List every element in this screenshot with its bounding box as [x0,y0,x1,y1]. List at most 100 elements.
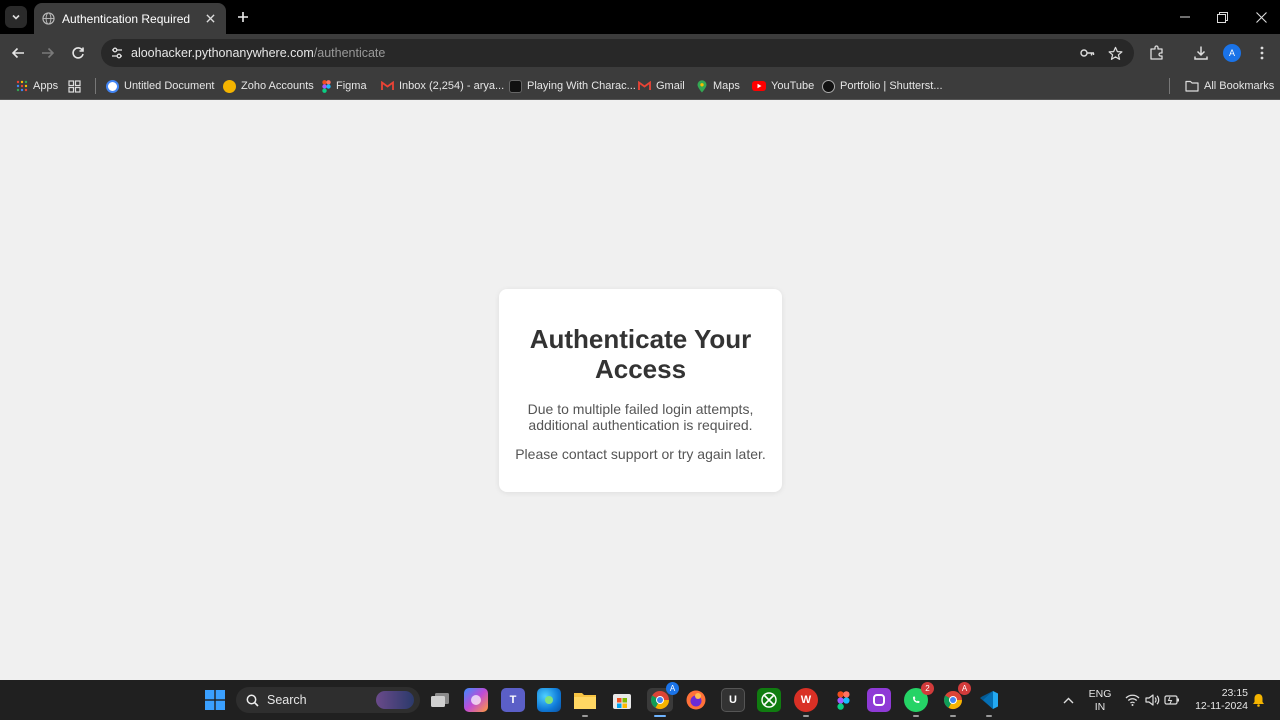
bookmark-label: Portfolio | Shutterst... [840,80,943,92]
bookmark-label: Gmail [656,80,685,92]
wps-icon: W [800,694,812,706]
running-indicator [582,715,588,717]
plus-icon [238,12,248,22]
notifications-button[interactable] [1250,692,1266,708]
back-button[interactable] [8,43,28,63]
bookmark-portfolio-shutterstock[interactable]: Portfolio | Shutterst... [822,77,943,95]
microsoft-store-app[interactable] [610,688,634,712]
extensions-button[interactable] [1148,44,1166,62]
bookmark-gmail[interactable]: Gmail [638,77,685,95]
maps-icon [697,79,707,92]
notification-badge: 2 [921,682,934,695]
edge-app[interactable] [537,688,561,712]
active-tab[interactable]: Authentication Required [34,3,226,34]
forward-button[interactable] [38,43,58,63]
copilot-app[interactable] [464,688,488,712]
key-icon [1080,49,1095,57]
chevron-down-icon [12,14,20,20]
close-tab-button[interactable] [202,11,218,27]
bookmark-label: Playing With Charac... [527,80,636,92]
close-icon [1255,11,1267,23]
battery-status[interactable] [1164,692,1180,708]
app-icon [873,694,885,706]
figma-icon [836,690,850,710]
tab-title: Authentication Required [62,11,191,26]
profile-avatar[interactable]: A [1223,44,1241,62]
downloads-button[interactable] [1192,44,1210,62]
star-icon [1108,46,1122,60]
show-hidden-icons-button[interactable] [1060,692,1076,708]
clock[interactable]: 23:15 12-11-2024 [1186,687,1248,713]
language-indicator[interactable]: ENG IN [1086,688,1114,714]
running-indicator [803,715,809,717]
tab-search-button[interactable] [5,6,27,28]
minimize-button[interactable] [1176,8,1194,26]
bookmark-label: Apps [33,80,59,92]
tune-icon [112,47,122,59]
bookmark-separator [1169,78,1170,94]
teams-app[interactable]: T [501,688,525,712]
windows-logo-icon [205,690,225,710]
chrome-app-active[interactable]: A [647,682,679,717]
url-text: aloohacker.pythonanywhere.com/authentica… [131,46,385,60]
taskbar-search[interactable]: Search [236,687,420,713]
chrome-app-secondary[interactable]: A [941,682,971,717]
close-icon [205,14,215,23]
language-label: ENG [1088,688,1112,700]
profile-badge: A [958,682,971,695]
gmail-icon [381,81,394,90]
tab-strip: Authentication Required [0,0,1280,34]
whatsapp-app[interactable]: 2 [904,682,934,717]
bookmark-label: Maps [713,80,740,92]
vscode-app[interactable] [977,688,1001,717]
restore-button[interactable] [1213,8,1231,26]
folder-icon [574,693,596,709]
region-label: IN [1094,701,1106,713]
bookmark-inbox[interactable]: Inbox (2,254) - arya... [381,77,504,95]
site-icon [509,79,522,93]
xbox-app[interactable] [757,688,781,712]
zoho-icon [223,79,236,93]
running-indicator [913,715,919,717]
wifi-status[interactable] [1124,692,1140,708]
close-window-button[interactable] [1252,8,1270,26]
file-explorer-app[interactable] [573,688,597,717]
time-label: 23:15 [1221,687,1248,699]
figma-app[interactable] [831,688,855,712]
wps-office-app[interactable]: W [794,688,818,717]
task-view-button[interactable] [428,688,452,712]
bookmark-star-button[interactable] [1107,45,1123,61]
youtube-icon [752,81,766,91]
copilot-icon [471,695,481,705]
tab-groups-button[interactable] [68,77,81,95]
browser-menu-button[interactable] [1253,44,1271,62]
download-icon [1194,46,1208,60]
purple-app[interactable] [867,688,891,712]
bookmark-apps[interactable]: Apps [16,77,58,95]
bookmark-maps[interactable]: Maps [696,77,740,95]
gmail-icon [638,81,651,90]
battery-icon [1164,695,1179,705]
new-tab-button[interactable] [234,8,252,26]
profile-badge: A [666,682,679,695]
bookmark-zoho-accounts[interactable]: Zoho Accounts [223,77,314,95]
bookmark-figma[interactable]: Figma [322,77,367,95]
password-key-button[interactable] [1079,45,1095,61]
minimize-icon [1180,16,1190,18]
address-bar[interactable]: aloohacker.pythonanywhere.com/authentica… [101,39,1134,67]
shutterstock-icon [822,79,835,93]
reload-button[interactable] [68,43,88,63]
start-button[interactable] [203,688,227,712]
grid-icon [68,79,81,93]
search-highlight-image [376,691,414,709]
bookmark-playing-with-characters[interactable]: Playing With Charac... [509,77,636,95]
browser-toolbar: aloohacker.pythonanywhere.com/authentica… [0,34,1280,72]
bookmark-youtube[interactable]: YouTube [752,77,814,95]
edge-icon [545,696,553,704]
site-info-button[interactable] [109,45,125,61]
bookmark-untitled-document[interactable]: Untitled Document [106,77,215,95]
all-bookmarks-button[interactable]: All Bookmarks [1185,77,1274,95]
volume-status[interactable] [1144,692,1160,708]
ultra-app[interactable]: U [721,688,745,712]
firefox-app[interactable] [684,688,708,712]
